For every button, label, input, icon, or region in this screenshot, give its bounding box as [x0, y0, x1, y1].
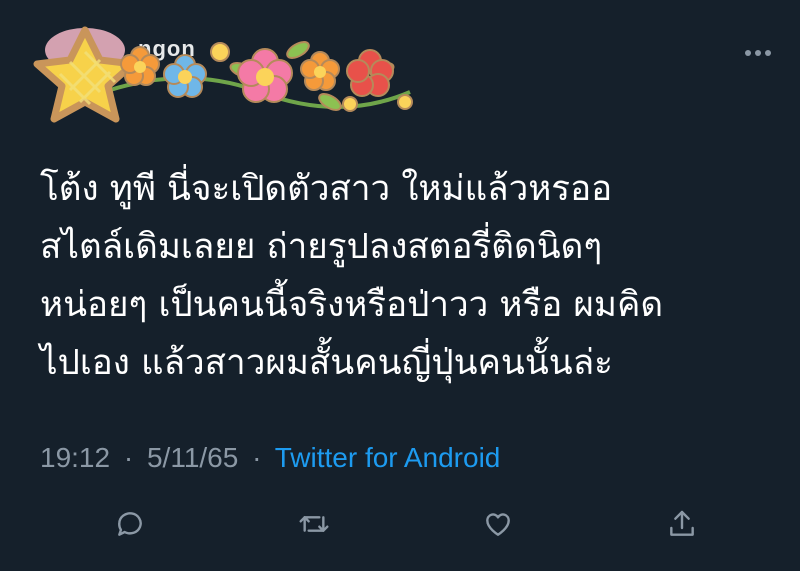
tweet-text-line: สไตล์เดิมเลยย ถ่ายรูปลงสตอรี่ติดนิดๆ	[40, 227, 603, 267]
more-horizontal-icon	[745, 50, 771, 56]
reply-button[interactable]	[108, 502, 152, 546]
tweet-header: ngon	[0, 0, 800, 150]
share-icon	[670, 510, 694, 536]
tweet-time[interactable]: 19:12	[40, 442, 110, 473]
tweet-text-line: ไปเอง แล้วสาวผมสั้นคนญี่ปุ่นคนนั้นล่ะ	[40, 343, 613, 383]
share-button[interactable]	[660, 502, 704, 546]
like-button[interactable]	[476, 502, 520, 546]
more-button[interactable]	[738, 38, 778, 68]
tweet-text-line: โต้ง ทูพี นี่จะเปิดตัวสาว ใหม่แล้วหรออ	[40, 169, 613, 209]
retweet-button[interactable]	[292, 502, 336, 546]
tweet-metadata: 19:12 · 5/11/65 · Twitter for Android	[40, 436, 500, 480]
tweet-source-link[interactable]: Twitter for Android	[275, 442, 501, 473]
heart-icon	[486, 513, 510, 536]
meta-separator: ·	[123, 442, 134, 473]
retweet-icon	[299, 516, 329, 532]
tweet-date[interactable]: 5/11/65	[147, 442, 238, 473]
flower-sticker-overlay	[33, 26, 413, 123]
tweet-text: โต้ง ทูพี นี่จะเปิดตัวสาว ใหม่แล้วหรออ ส…	[40, 160, 780, 392]
tweet-text-line: หน่อยๆ เป็นคนนี้จริงหรือป่าวว หรือ ผมคิด	[40, 285, 664, 325]
reply-icon	[118, 512, 142, 536]
tweet-actions-bar	[0, 496, 800, 552]
meta-separator: ·	[252, 442, 262, 473]
